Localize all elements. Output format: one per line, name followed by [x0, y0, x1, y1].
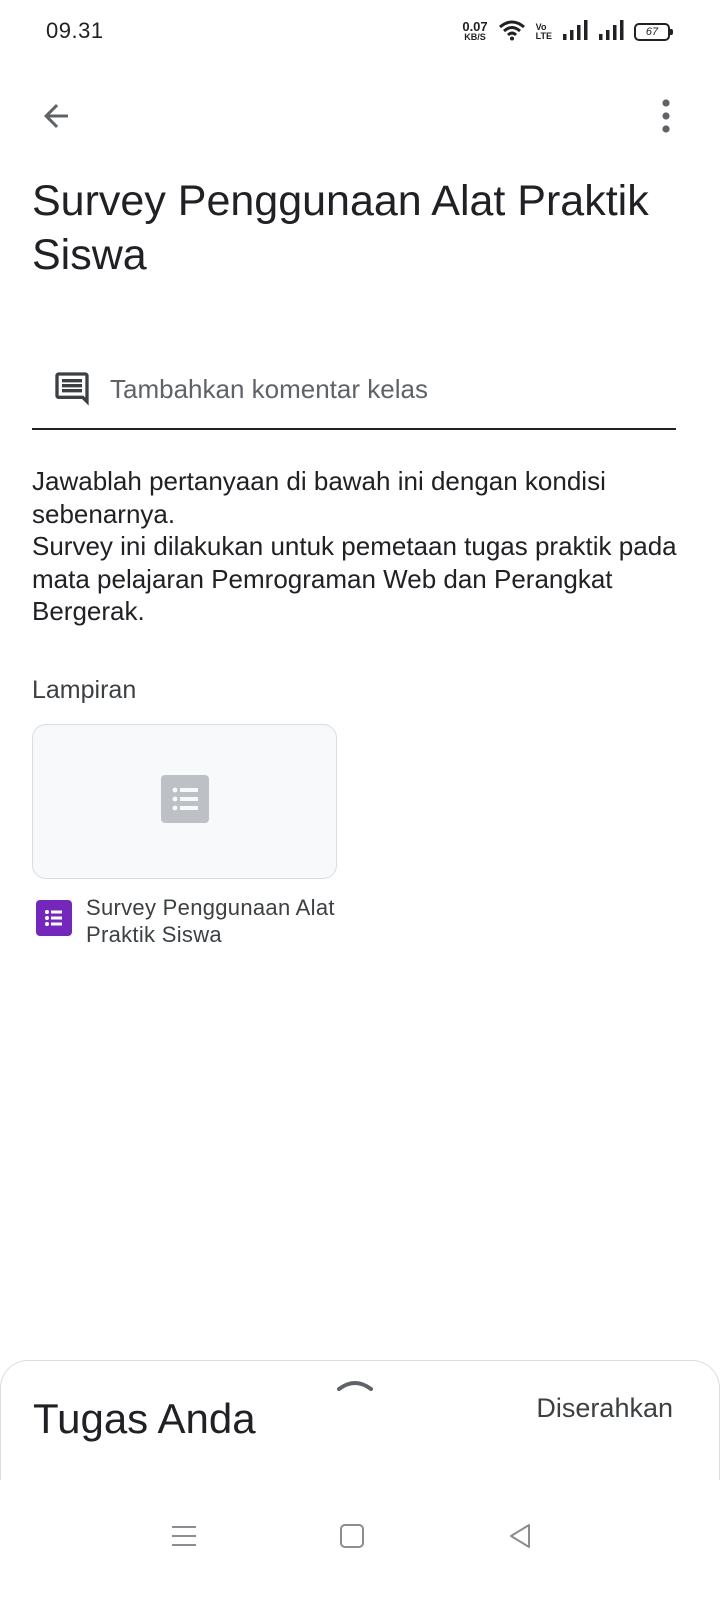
more-vert-icon — [661, 98, 671, 139]
google-forms-icon — [36, 900, 72, 936]
net-speed-unit: KB/S — [464, 32, 486, 42]
more-options-button[interactable] — [642, 94, 690, 142]
net-speed: 0.07 KB/S — [462, 19, 488, 43]
signal-icon — [598, 19, 624, 46]
arrow-back-icon — [38, 98, 74, 139]
class-comment-field[interactable]: Tambahkan komentar kelas — [32, 350, 676, 430]
menu-icon — [170, 1523, 198, 1554]
recents-button[interactable] — [154, 1508, 214, 1568]
back-triangle-icon — [507, 1522, 533, 1555]
net-speed-value: 0.07 — [462, 19, 488, 34]
back-button[interactable] — [28, 94, 84, 142]
page-title: Survey Penggunaan Alat Praktik Siswa — [32, 177, 649, 279]
list-document-icon — [160, 775, 209, 828]
attachment-item[interactable]: Survey Penggunaan Alat Praktik Siswa — [32, 894, 352, 948]
your-work-bottom-sheet[interactable]: Tugas Anda Diserahkan — [0, 1360, 720, 1480]
volte-icon: Vo LTE — [536, 23, 552, 41]
status-time: 09.31 — [46, 18, 104, 43]
signal-icon — [562, 19, 588, 46]
wifi-icon — [498, 19, 526, 46]
chevron-up-icon[interactable] — [335, 1375, 375, 1395]
comment-icon — [50, 367, 94, 411]
comment-placeholder: Tambahkan komentar kelas — [110, 373, 428, 404]
attachment-preview-card[interactable] — [32, 724, 337, 879]
battery-level: 67 — [645, 26, 659, 38]
attachments-label: Lampiran — [32, 676, 137, 704]
battery-icon: 67 — [634, 23, 673, 41]
attachment-name: Survey Penggunaan Alat Praktik Siswa — [86, 895, 335, 947]
status-bar: 09.31 0.07 KB/S Vo LTE 67 — [0, 0, 720, 64]
volte-bottom: LTE — [535, 31, 552, 41]
status-icons: 0.07 KB/S Vo LTE 67 — [462, 18, 673, 46]
home-button[interactable] — [322, 1508, 382, 1568]
app-bar — [0, 82, 720, 154]
back-nav-button[interactable] — [490, 1508, 550, 1568]
submission-status: Diserahkan — [536, 1393, 673, 1423]
home-square-icon — [339, 1523, 365, 1554]
assignment-description: Jawablah pertanyaan di bawah ini dengan … — [32, 466, 677, 626]
your-work-title: Tugas Anda — [33, 1395, 256, 1442]
system-nav-bar — [0, 1480, 720, 1600]
